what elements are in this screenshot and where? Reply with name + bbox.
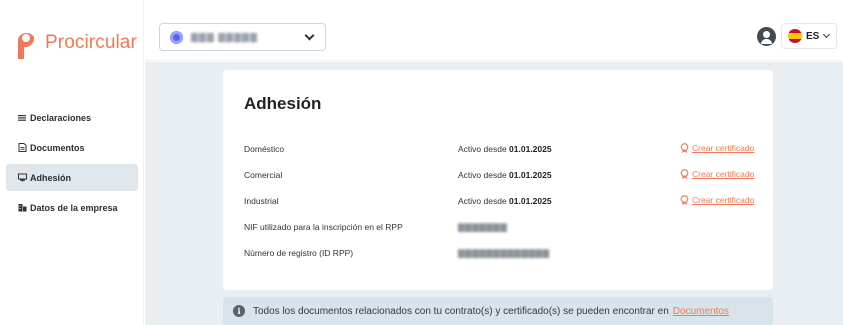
row-status: Activo desde 01.01.2025 [458, 196, 552, 206]
sidebar-item-documentos[interactable]: Documentos [6, 134, 138, 161]
sidebar-nav: Declaraciones Documentos Adhesión Datos … [6, 104, 138, 224]
user-account-icon[interactable] [757, 27, 776, 46]
certificate-icon [680, 195, 689, 205]
certificate-icon [680, 143, 689, 153]
row-status: Activo desde 01.01.2025 [458, 144, 552, 154]
main-content: Adhesión Doméstico Activo desde 01.01.20… [145, 62, 843, 325]
brand-name: Procircular [45, 32, 137, 53]
row-status: Activo desde 01.01.2025 [458, 170, 552, 180]
status-date: 01.01.2025 [509, 196, 552, 206]
sidebar-item-label: Declaraciones [30, 112, 92, 123]
adhesion-card: Adhesión Doméstico Activo desde 01.01.20… [223, 70, 773, 290]
create-certificate-label: Crear certificado [692, 143, 755, 153]
registro-row: Número de registro (ID RPP) ▇▇▇▇▇▇▇▇▇▇▇▇… [244, 248, 759, 262]
spain-flag-icon [788, 29, 802, 43]
create-certificate-link[interactable]: Crear certificado [680, 143, 754, 153]
info-banner: i Todos los documentos relacionados con … [223, 297, 773, 325]
procircular-logo-icon [18, 32, 35, 59]
sidebar-item-adhesion[interactable]: Adhesión [6, 164, 138, 191]
logo[interactable]: Procircular [14, 27, 137, 59]
chevron-down-icon [304, 30, 315, 41]
registro-value: ▇▇▇▇▇▇▇▇▇▇▇▇▇ [458, 248, 550, 258]
sidebar-item-label: Documentos [30, 142, 85, 153]
adhesion-row-domestico: Doméstico Activo desde 01.01.2025 Crear … [244, 143, 759, 158]
row-label: Doméstico [244, 144, 285, 154]
status-date: 01.01.2025 [509, 144, 552, 154]
nif-row: NIF utilizado para la inscripción en el … [244, 222, 759, 236]
nif-label: NIF utilizado para la inscripción en el … [244, 222, 403, 232]
sidebar: Procircular Declaraciones Documentos Adh… [0, 0, 144, 325]
info-banner-text: Todos los documentos relacionados con tu… [253, 305, 669, 317]
chevron-down-icon [823, 30, 831, 39]
organization-name: ▇▇▇ ▇▇▇▇▇. [191, 31, 262, 42]
status-prefix: Activo desde [458, 196, 507, 206]
contract-icon [18, 173, 27, 182]
adhesion-row-comercial: Comercial Activo desde 01.01.2025 Crear … [244, 169, 759, 184]
documentos-link[interactable]: Documentos [673, 306, 729, 317]
status-date: 01.01.2025 [509, 170, 552, 180]
organization-select[interactable]: ▇▇▇ ▇▇▇▇▇. [159, 23, 326, 51]
sidebar-item-declaraciones[interactable]: Declaraciones [6, 104, 138, 131]
create-certificate-link[interactable]: Crear certificado [680, 169, 754, 179]
document-icon [18, 143, 27, 152]
organization-avatar-icon [170, 30, 183, 44]
nif-value: ▇▇▇▇▇▇▇ [458, 222, 508, 232]
info-icon: i [233, 305, 245, 317]
create-certificate-link[interactable]: Crear certificado [680, 195, 754, 205]
topbar: ▇▇▇ ▇▇▇▇▇. ES [145, 15, 843, 61]
language-code: ES [806, 30, 820, 42]
create-certificate-label: Crear certificado [692, 169, 755, 179]
sidebar-item-label: Datos de la empresa [30, 202, 118, 213]
row-label: Industrial [244, 196, 279, 206]
certificate-icon [680, 169, 689, 179]
building-icon [18, 204, 27, 212]
registro-label: Número de registro (ID RPP) [244, 248, 354, 258]
language-selector[interactable]: ES [781, 23, 837, 49]
list-icon [18, 115, 26, 121]
status-prefix: Activo desde [458, 170, 507, 180]
create-certificate-label: Crear certificado [692, 195, 755, 205]
sidebar-item-datos-empresa[interactable]: Datos de la empresa [6, 194, 138, 221]
row-label: Comercial [244, 170, 283, 180]
status-prefix: Activo desde [458, 144, 507, 154]
page-title: Adhesión [244, 94, 322, 113]
adhesion-row-industrial: Industrial Activo desde 01.01.2025 Crear… [244, 195, 759, 210]
sidebar-item-label: Adhesión [30, 172, 72, 183]
